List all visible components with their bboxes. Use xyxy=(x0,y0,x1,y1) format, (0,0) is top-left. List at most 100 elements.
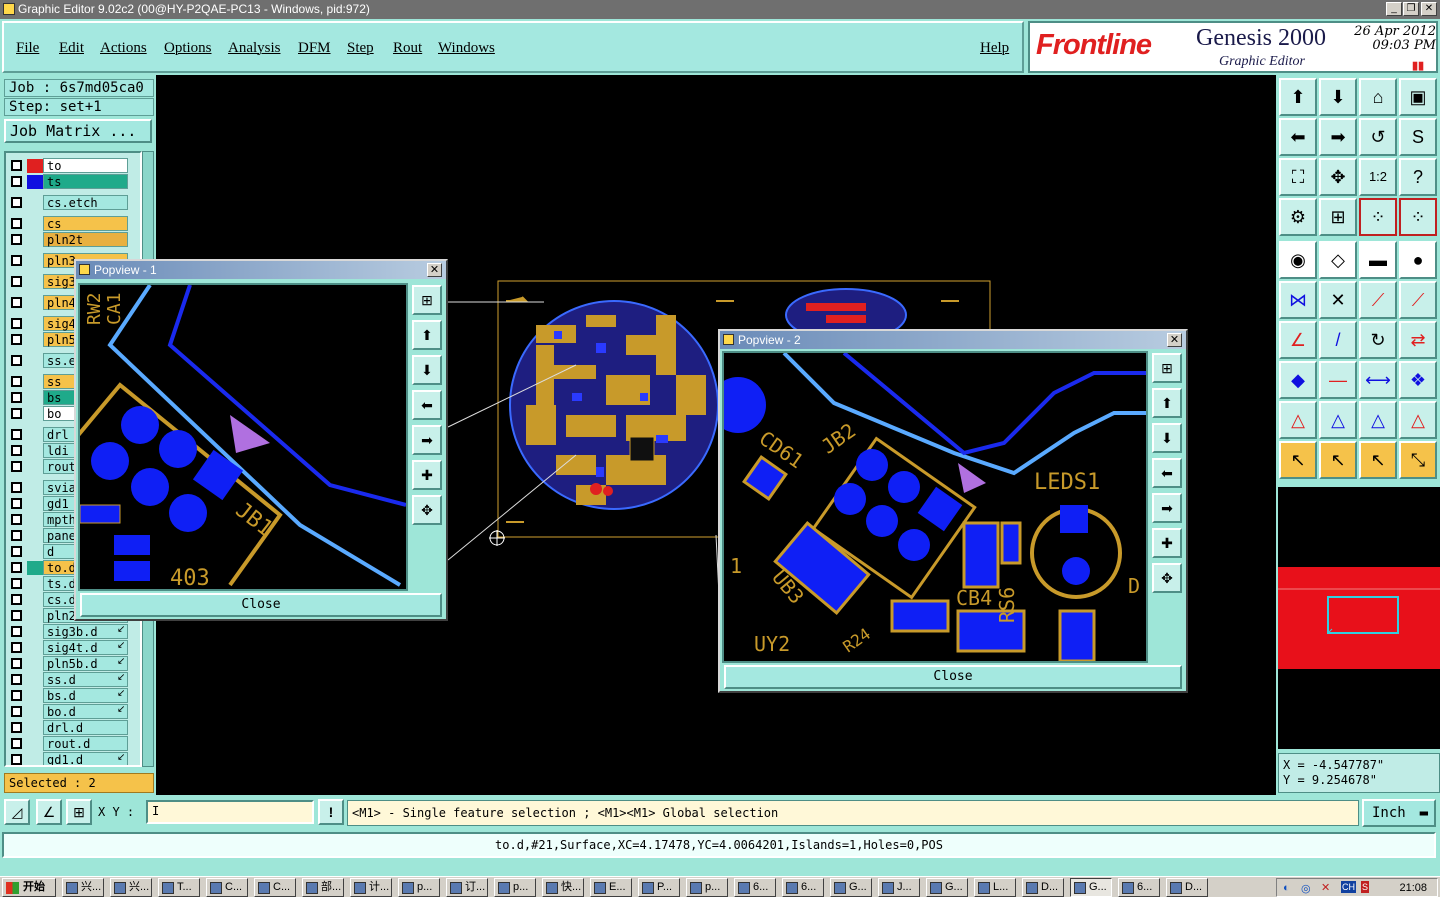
layer-color-swatch[interactable] xyxy=(27,391,43,405)
snap-icon[interactable]: ⁘ xyxy=(1359,198,1397,236)
zoom-center-icon[interactable]: ✥ xyxy=(1319,158,1357,196)
taskbar-item[interactable]: p... xyxy=(398,878,440,897)
layer-color-swatch[interactable] xyxy=(27,737,43,751)
layer-checkbox[interactable] xyxy=(11,626,22,637)
arc-icon[interactable]: ↻ xyxy=(1359,321,1397,359)
line-point-icon[interactable]: ⟋ xyxy=(1359,281,1397,319)
layer-color-swatch[interactable] xyxy=(27,625,43,639)
popview-pan-up-icon[interactable]: ⬆ xyxy=(1152,388,1182,418)
layer-checkbox[interactable] xyxy=(11,318,22,329)
window-icon[interactable]: ▣ xyxy=(1399,78,1437,116)
taskbar-item[interactable]: 6... xyxy=(1118,878,1160,897)
layer-checkbox[interactable] xyxy=(11,176,22,187)
pan-left-icon[interactable]: ⬅ xyxy=(1279,118,1317,156)
layer-checkbox[interactable] xyxy=(11,445,22,456)
layer-name[interactable]: gd1.d xyxy=(43,752,128,765)
ruler-icon[interactable]: ▬ xyxy=(1359,241,1397,279)
layer-checkbox[interactable] xyxy=(11,514,22,525)
popview-pan-right-icon[interactable]: ➡ xyxy=(1152,493,1182,523)
layer-name[interactable]: pln2t xyxy=(43,232,128,247)
taskbar-item[interactable]: J... xyxy=(878,878,920,897)
layer-color-swatch[interactable] xyxy=(27,673,43,687)
layer-checkbox[interactable] xyxy=(11,690,22,701)
taskbar-item[interactable]: C... xyxy=(206,878,248,897)
grid-snap-icon[interactable]: ⊞ xyxy=(66,799,92,825)
layer-color-swatch[interactable] xyxy=(27,481,43,495)
zoom-ratio-icon[interactable]: 1:2 xyxy=(1359,158,1397,196)
circle-select-icon[interactable]: ● xyxy=(1399,241,1437,279)
home-icon[interactable]: ⌂ xyxy=(1359,78,1397,116)
layer-name[interactable]: bo.d xyxy=(43,704,128,719)
layer-name[interactable]: sig3b.d xyxy=(43,624,128,639)
layer-name[interactable]: pln5b.d xyxy=(43,656,128,671)
layer-checkbox[interactable] xyxy=(11,530,22,541)
network-icon[interactable]: ◐ xyxy=(1283,882,1290,894)
layer-name[interactable]: to xyxy=(43,158,128,173)
layer-color-swatch[interactable] xyxy=(27,513,43,527)
ime-icon[interactable]: CH xyxy=(1341,881,1356,893)
taskbar-item[interactable]: D... xyxy=(1166,878,1208,897)
layer-color-swatch[interactable] xyxy=(27,593,43,607)
layer-color-swatch[interactable] xyxy=(27,529,43,543)
popview-pan-down-icon[interactable]: ⬇ xyxy=(1152,423,1182,453)
connect-icon[interactable]: ⋈ xyxy=(1279,281,1317,319)
menu-rout[interactable]: Rout xyxy=(393,40,422,57)
line-icon[interactable]: / xyxy=(1319,321,1357,359)
layer-color-swatch[interactable] xyxy=(27,354,43,368)
menu-file[interactable]: File xyxy=(16,40,39,57)
line-point-2-icon[interactable]: ⟋ xyxy=(1399,281,1437,319)
popview-1-view[interactable]: JB1 RW2 CA1 403 xyxy=(78,283,408,591)
layer-color-swatch[interactable] xyxy=(27,233,43,247)
taskbar-item[interactable]: T... xyxy=(158,878,200,897)
job-matrix-button[interactable]: Job Matrix ... xyxy=(4,119,152,143)
unit-selector[interactable]: Inch ▬ xyxy=(1362,799,1436,827)
layer-color-swatch[interactable] xyxy=(27,609,43,623)
taskbar-item[interactable]: G... xyxy=(1070,878,1112,897)
close-window-button[interactable]: ✕ xyxy=(1421,2,1437,16)
layer-row[interactable]: bo.d ↙ xyxy=(9,704,139,719)
layer-checkbox[interactable] xyxy=(11,498,22,509)
tray-x-icon[interactable]: ✕ xyxy=(1321,881,1330,894)
menu-analysis[interactable]: Analysis xyxy=(228,40,281,57)
layer-name[interactable]: rout.d xyxy=(43,736,128,751)
layer-checkbox[interactable] xyxy=(11,722,22,733)
snap-2-icon[interactable]: ⁘ xyxy=(1399,198,1437,236)
layer-checkbox[interactable] xyxy=(11,706,22,717)
taskbar-item[interactable]: G... xyxy=(830,878,872,897)
layer-color-swatch[interactable] xyxy=(27,689,43,703)
popview-2-view[interactable]: CD61 JB2 LEDS1 UB3 UY2 CB4 RS6 1 D R24 xyxy=(722,351,1148,663)
layer-color-swatch[interactable] xyxy=(27,460,43,474)
layer-checkbox[interactable] xyxy=(11,160,22,171)
triangle-3-icon[interactable]: △ xyxy=(1359,401,1397,439)
popview-zoom-fit-icon[interactable]: ⊞ xyxy=(1152,353,1182,383)
layer-checkbox[interactable] xyxy=(11,234,22,245)
layer-color-swatch[interactable] xyxy=(27,159,43,173)
triangle-4-icon[interactable]: △ xyxy=(1399,401,1437,439)
xy-input[interactable]: I xyxy=(146,800,314,824)
layer-row[interactable]: bs.d ↙ xyxy=(9,688,139,703)
layer-row[interactable]: gd1.d ↙ xyxy=(9,752,139,765)
settings-icon[interactable]: ⚙ xyxy=(1279,198,1317,236)
layer-color-swatch[interactable] xyxy=(27,428,43,442)
layer-row[interactable]: drl.d xyxy=(9,720,139,735)
layer-color-swatch[interactable] xyxy=(27,407,43,421)
popview-zoom-in-icon[interactable]: ✚ xyxy=(1152,528,1182,558)
move-icon[interactable]: ◆ xyxy=(1279,361,1317,399)
popview-pan-up-icon[interactable]: ⬆ xyxy=(412,320,442,350)
taskbar-item[interactable]: 6... xyxy=(782,878,824,897)
maximize-button[interactable]: ❐ xyxy=(1403,2,1419,16)
layer-checkbox[interactable] xyxy=(11,197,22,208)
popview-zoom-fit-icon[interactable]: ⊞ xyxy=(412,285,442,315)
cross-icon[interactable]: ✕ xyxy=(1319,281,1357,319)
taskbar-item[interactable]: L... xyxy=(974,878,1016,897)
layer-color-swatch[interactable] xyxy=(27,657,43,671)
taskbar-item[interactable]: 部... xyxy=(302,878,344,897)
popview-1-close-icon[interactable]: ✕ xyxy=(427,263,442,277)
layer-row[interactable]: cs xyxy=(9,216,139,231)
layer-color-swatch[interactable] xyxy=(27,753,43,765)
help-icon[interactable]: ? xyxy=(1399,158,1437,196)
popview-1-close-button[interactable]: Close xyxy=(80,593,442,617)
grid-icon[interactable]: ⊞ xyxy=(1319,198,1357,236)
measure-icon[interactable]: ⟷ xyxy=(1359,361,1397,399)
layer-row[interactable]: to xyxy=(9,158,139,173)
